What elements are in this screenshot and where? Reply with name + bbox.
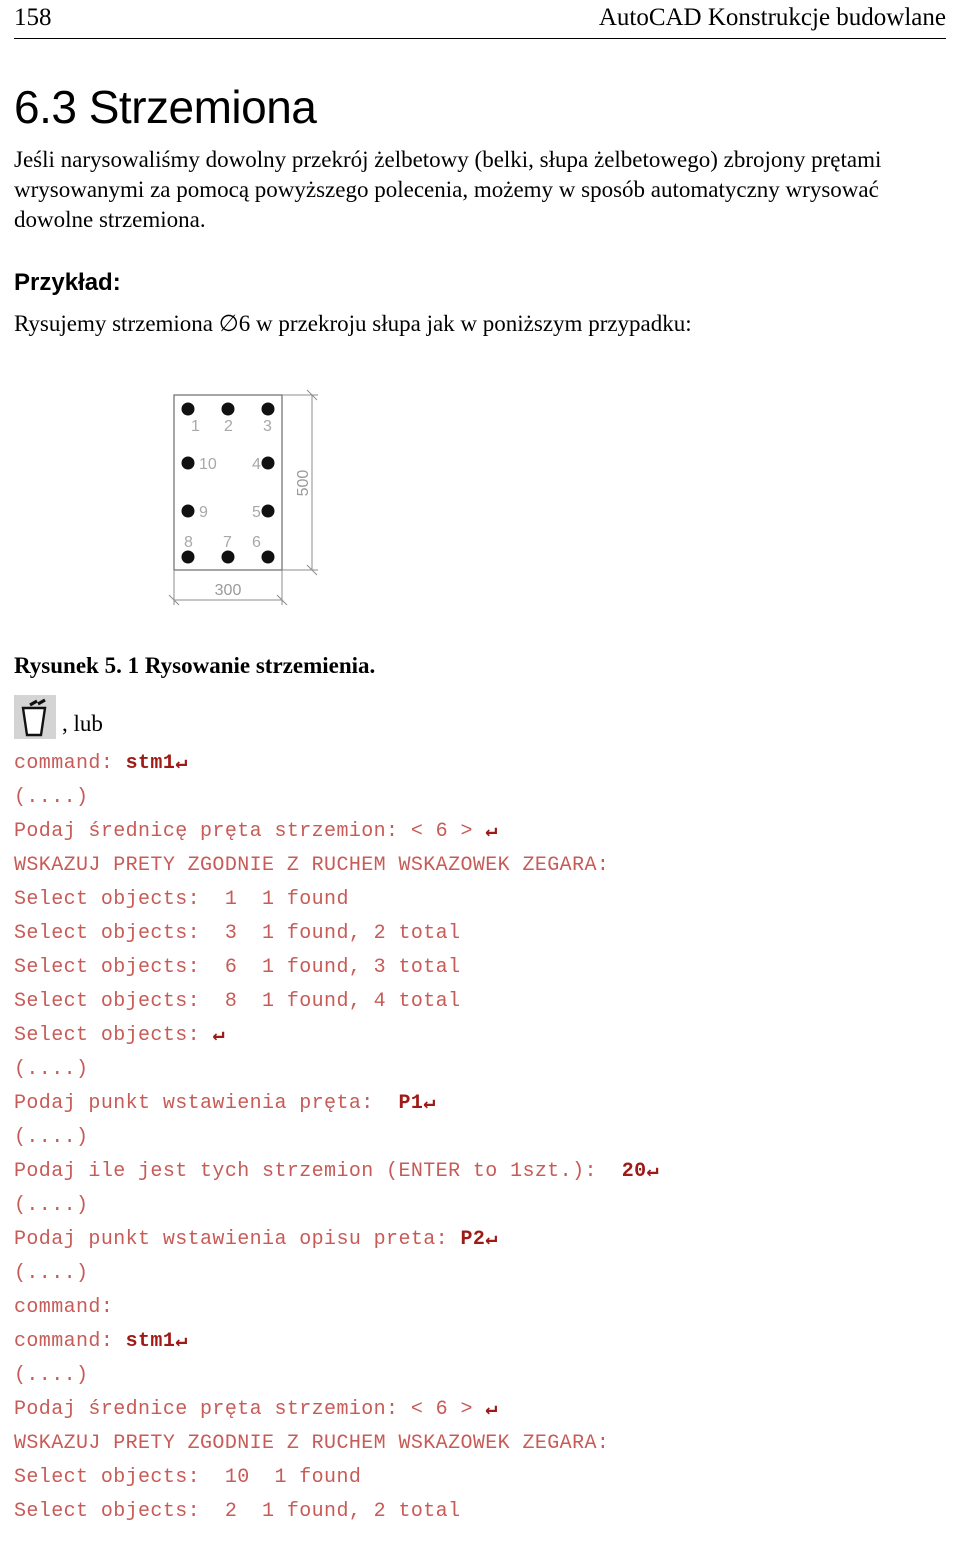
console-line-text: command: [14, 751, 126, 775]
console-line: WSKAZUJ PRETY ZGODNIE Z RUCHEM WSKAZOWEK… [14, 849, 946, 883]
console-line: Podaj średnice pręta strzemion: < 6 > ↵ [14, 1393, 946, 1427]
console-line: command: stm1↵ [14, 1325, 946, 1359]
book-title: AutoCAD Konstrukcje budowlane [598, 4, 946, 31]
enter-key-glyph: ↵ [212, 1023, 225, 1047]
example-heading: Przykład: [14, 268, 121, 296]
section-heading: 6.3 Strzemiona [14, 81, 317, 133]
console-line: Podaj punkt wstawienia pręta: P1↵ [14, 1087, 946, 1121]
example-lead: Rysujemy strzemiona ∅6 w przekroju słupa… [14, 310, 692, 336]
console-line-text: Select objects: [14, 1023, 213, 1047]
console-line-text: (....) [14, 1057, 89, 1081]
console-line: Select objects: 1 1 found [14, 883, 946, 917]
console-line-text: Select objects: 6 1 found, 3 total [14, 955, 461, 979]
console-line: Select objects: ↵ [14, 1019, 946, 1053]
enter-key-glyph: ↵ [485, 1227, 498, 1251]
console-line-text: (....) [14, 1261, 89, 1285]
rebar-dot-8 [181, 550, 195, 564]
console-line-text: command: [14, 1329, 126, 1353]
enter-key-glyph: ↵ [423, 1091, 436, 1115]
console-line-text: Podaj średnice pręta strzemion: < 6 > [14, 1397, 486, 1421]
console-line-text: WSKAZUJ PRETY ZGODNIE Z RUCHEM WSKAZOWEK… [14, 1431, 610, 1455]
enter-key-glyph: ↵ [485, 1397, 498, 1421]
dimension-height-label: 500 [295, 469, 312, 496]
dimension-width-label: 300 [215, 582, 242, 599]
console-line: Podaj punkt wstawienia opisu preta: P2↵ [14, 1223, 946, 1257]
rebar-dot-10 [181, 456, 195, 470]
console-line-text: Select objects: 8 1 found, 4 total [14, 989, 461, 1013]
rebar-label-8: 8 [184, 534, 193, 551]
figure-caption: Rysunek 5. 1 Rysowanie strzemienia. [14, 652, 376, 678]
document-page: 158 AutoCAD Konstrukcje budowlane 6.3 St… [0, 0, 960, 1548]
enter-key-glyph: ↵ [175, 751, 188, 775]
console-line-text: Podaj punkt wstawienia opisu preta: [14, 1227, 461, 1251]
rebar-label-5: 5 [252, 504, 261, 521]
console-line-text: (....) [14, 1363, 89, 1387]
cad-drawing: 1 2 3 4 5 6 7 8 9 10 500 300 [166, 387, 346, 617]
rebar-label-9: 9 [199, 504, 208, 521]
console-line: Select objects: 2 1 found, 2 total [14, 1495, 946, 1529]
page-header: 158 AutoCAD Konstrukcje budowlane [14, 0, 946, 39]
console-line-text: WSKAZUJ PRETY ZGODNIE Z RUCHEM WSKAZOWEK… [14, 853, 610, 877]
rebar-dot-7 [221, 550, 235, 564]
console-line-text: Podaj punkt wstawienia pręta: [14, 1091, 399, 1115]
console-user-input: stm1 [125, 1329, 176, 1353]
console-user-input: stm1 [125, 751, 176, 775]
rebar-dot-1 [181, 402, 195, 416]
rebar-label-10: 10 [199, 456, 217, 473]
console-line: Podaj ile jest tych strzemion (ENTER to … [14, 1155, 946, 1189]
console-line: Select objects: 10 1 found [14, 1461, 946, 1495]
console-line-text: Select objects: 10 1 found [14, 1465, 362, 1489]
console-user-input: P2 [460, 1227, 486, 1251]
console-line: (....) [14, 1189, 946, 1223]
autocad-command-transcript: command: stm1↵ (....) Podaj średnicę pręta… [14, 747, 946, 1529]
console-user-input: P1 [398, 1091, 424, 1115]
rebar-dot-3 [261, 402, 275, 416]
rebar-label-2: 2 [224, 418, 233, 435]
console-line-text: command: [14, 1295, 114, 1319]
rebar-dot-9 [181, 504, 195, 518]
console-line: WSKAZUJ PRETY ZGODNIE Z RUCHEM WSKAZOWEK… [14, 1427, 946, 1461]
rebar-label-1: 1 [191, 418, 200, 435]
console-line-text: (....) [14, 785, 89, 809]
enter-key-glyph: ↵ [175, 1329, 188, 1353]
figure-column-section: 1 2 3 4 5 6 7 8 9 10 500 300 [14, 387, 946, 627]
console-line: Select objects: 8 1 found, 4 total [14, 985, 946, 1019]
enter-key-glyph: ↵ [646, 1159, 659, 1183]
console-line-text: Select objects: 3 1 found, 2 total [14, 921, 461, 945]
console-line-text: Select objects: 2 1 found, 2 total [14, 1499, 461, 1523]
console-line-text: (....) [14, 1193, 89, 1217]
rebar-dot-5 [261, 504, 275, 518]
console-line: Select objects: 3 1 found, 2 total [14, 917, 946, 951]
console-line: (....) [14, 1257, 946, 1291]
console-line-text: Select objects: 1 1 found [14, 887, 349, 911]
console-line-text: Podaj średnicę pręta strzemion: < 6 > [14, 819, 486, 843]
enter-key-glyph: ↵ [485, 819, 498, 843]
console-line: (....) [14, 1121, 946, 1155]
rebar-dot-4 [261, 456, 275, 470]
toolbar-icon-row: , lub [14, 691, 946, 739]
console-line: (....) [14, 781, 946, 815]
console-line: command: [14, 1291, 946, 1325]
rebar-label-6: 6 [252, 534, 261, 551]
console-line-text: Podaj ile jest tych strzemion (ENTER to … [14, 1159, 622, 1183]
page-number: 158 [14, 4, 52, 31]
console-line-text: (....) [14, 1125, 89, 1149]
console-line: command: stm1↵ [14, 747, 946, 781]
console-line: (....) [14, 1053, 946, 1087]
rebar-dot-2 [221, 402, 235, 416]
console-line: (....) [14, 1359, 946, 1393]
rebar-label-4: 4 [252, 456, 261, 473]
section-paragraph: Jeśli narysowaliśmy dowolny przekrój żel… [14, 147, 882, 233]
rebar-dot-6 [261, 550, 275, 564]
rebar-label-3: 3 [263, 418, 272, 435]
rebar-label-7: 7 [223, 534, 232, 551]
console-line: Podaj średnicę pręta strzemion: < 6 > ↵ [14, 815, 946, 849]
console-line: Select objects: 6 1 found, 3 total [14, 951, 946, 985]
stirrup-tool-icon[interactable] [14, 694, 56, 739]
console-user-input: 20 [621, 1159, 647, 1183]
icon-caption: , lub [62, 710, 103, 736]
